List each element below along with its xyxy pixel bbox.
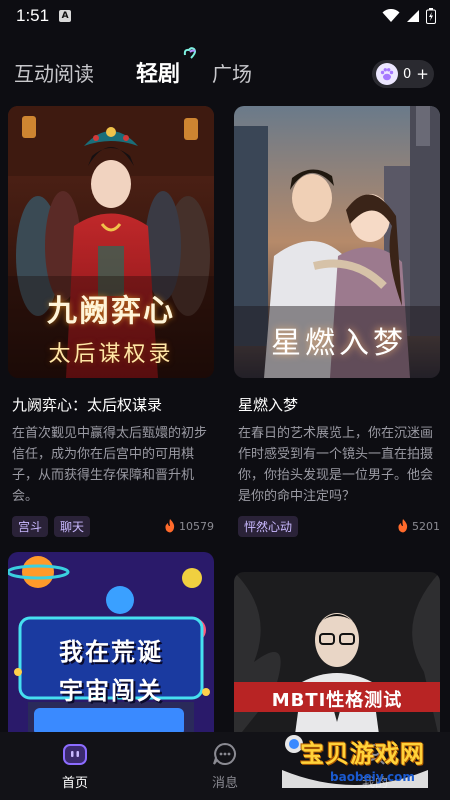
watermark-title: 宝贝游戏网 xyxy=(300,740,425,768)
watermark-url: baobeiy.com xyxy=(330,770,415,784)
notification-a-icon: A xyxy=(59,10,72,22)
tab-short-drama[interactable]: 轻剧 xyxy=(136,56,180,88)
story-card[interactable]: MBTI性格测试 xyxy=(234,572,440,742)
cover-subtitle: 太后谋权录 xyxy=(48,342,174,367)
watermark: 宝贝游戏网 baobeiy.com xyxy=(280,730,430,790)
plus-icon: + xyxy=(416,65,429,83)
story-card[interactable]: 九阙弈心 太后谋权录 九阙弈心：太后权谋录 在首次觐见中赢得太后甄嬛的初步信任，… xyxy=(8,106,214,537)
story-tag[interactable]: 宫斗 xyxy=(12,515,49,537)
story-title: 九阙弈心：太后权谋录 xyxy=(12,396,163,414)
story-description: 在首次觐见中赢得太后甄嬛的初步信任，成为你在后宫中的可用棋子，从而获得生存保障和… xyxy=(12,426,208,504)
cover-title: 九阙弈心 xyxy=(47,294,175,329)
paw-icon xyxy=(376,63,398,85)
story-cover[interactable]: 我在荒诞 宇宙闯关 xyxy=(8,552,214,742)
wifi-icon xyxy=(382,9,400,22)
story-meta: 宫斗 聊天 10579 xyxy=(8,515,214,537)
nav-messages[interactable]: 消息 xyxy=(150,732,300,800)
story-description: 在春日的艺术展览上，你在沉迷画作时感受到有一个镜头一直在拍摄你，你抬头发现是一位… xyxy=(238,426,434,504)
story-cover[interactable]: 九阙弈心 太后谋权录 xyxy=(8,106,214,378)
top-tab-bar: 互动阅读 轻剧 广场 0 + xyxy=(0,47,450,100)
story-cover[interactable]: MBTI性格测试 xyxy=(234,572,440,742)
points-button[interactable]: 0 + xyxy=(372,60,434,88)
tab-interactive-reading[interactable]: 互动阅读 xyxy=(14,58,94,87)
points-value: 0 xyxy=(403,66,412,82)
home-icon xyxy=(63,743,87,765)
cover-subtitle: 宇宙闯关 xyxy=(59,677,163,705)
story-title: 星燃入梦 xyxy=(238,396,299,414)
flame-icon xyxy=(165,519,175,533)
heart-icon xyxy=(183,47,196,59)
tab-plaza[interactable]: 广场 xyxy=(212,58,252,87)
story-tag[interactable]: 聊天 xyxy=(54,515,91,537)
message-icon xyxy=(213,742,236,765)
flame-icon xyxy=(398,519,408,533)
heat-value: 10579 xyxy=(179,519,214,533)
heat-count: 5201 xyxy=(397,519,440,533)
heat-count: 10579 xyxy=(164,519,214,533)
story-tag[interactable]: 怦然心动 xyxy=(238,515,299,537)
nav-messages-label: 消息 xyxy=(211,775,238,791)
battery-icon xyxy=(426,8,436,24)
signal-icon xyxy=(407,10,419,22)
story-card[interactable]: 星燃入梦 星燃入梦 在春日的艺术展览上，你在沉迷画作时感受到有一个镜头一直在拍摄… xyxy=(234,106,440,537)
status-icons xyxy=(382,8,436,24)
cover-title: 星燃入梦 xyxy=(271,326,407,361)
story-card[interactable]: 我在荒诞 宇宙闯关 xyxy=(8,552,214,742)
story-cover[interactable]: 星燃入梦 xyxy=(234,106,440,378)
nav-home-label: 首页 xyxy=(61,775,88,791)
nav-home[interactable]: 首页 xyxy=(0,732,150,800)
cover-title: MBTI性格测试 xyxy=(271,690,403,711)
story-meta: 怦然心动 5201 xyxy=(234,515,440,537)
status-bar: 1:51 A xyxy=(0,0,450,32)
cover-title: 我在荒诞 xyxy=(59,638,163,666)
heat-value: 5201 xyxy=(412,519,440,533)
status-time: 1:51 xyxy=(16,6,50,25)
